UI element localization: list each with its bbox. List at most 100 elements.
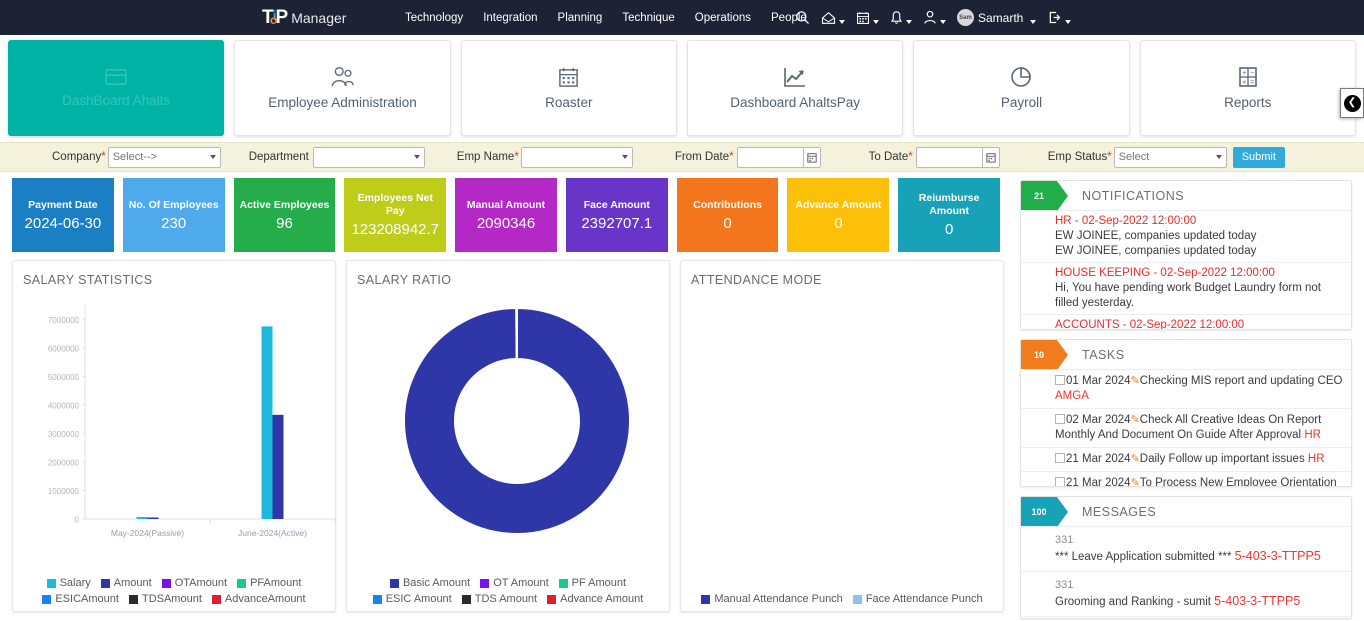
kpi-card-active-employees: Active Employees 96	[233, 178, 336, 252]
notification-header: HOUSE KEEPING - 02-Sep-2022 12:00:00	[1055, 267, 1275, 279]
edit-icon[interactable]: ✎	[1131, 414, 1140, 426]
legend-swatch	[46, 578, 56, 588]
task-checkbox[interactable]	[1055, 414, 1065, 424]
chevron-down-icon	[621, 155, 628, 159]
legend-item[interactable]: AdvanceAmount	[211, 593, 306, 605]
main-menu: Technology Integration Planning Techniqu…	[405, 12, 807, 24]
user-menu[interactable]: Sam Samarth	[957, 9, 1037, 26]
search-icon[interactable]	[795, 10, 810, 25]
task-tag: HR	[1307, 453, 1325, 465]
attendance-mode-panel: ATTENDANCE MODE Manual Attendance Punch F…	[680, 260, 1004, 612]
user-name: Samarth	[978, 10, 1024, 25]
legend-swatch	[372, 594, 382, 604]
message-item[interactable]: 331 *** Leave Application submitted *** 5…	[1021, 527, 1351, 572]
from-date-filter: From Date*	[675, 146, 821, 168]
svg-text:6000000: 6000000	[48, 344, 80, 353]
department-filter: Department	[249, 146, 425, 168]
tab-employee-administration[interactable]: Employee Administration	[234, 40, 451, 136]
chevron-down-icon	[1215, 155, 1222, 159]
tab-payroll[interactable]: Payroll	[913, 40, 1130, 136]
emp-status-select[interactable]: Select	[1113, 146, 1227, 168]
messages-list[interactable]: 331 *** Leave Application submitted *** 5…	[1021, 527, 1351, 618]
bar-chart-svg: 0 1000000 2000000 3000000 4000000 5000000 6000…	[48, 305, 335, 538]
tasks-list[interactable]: 01 Mar 2024✎Checking MIS report and upda…	[1021, 370, 1351, 486]
nav-link-operations[interactable]: Operations	[695, 12, 751, 24]
from-date-picker-button[interactable]	[802, 146, 821, 168]
legend-label: TDS Amount	[474, 593, 538, 605]
message-text: *** Leave Application submitted ***	[1055, 551, 1235, 563]
svg-text:3000000: 3000000	[48, 430, 80, 439]
filter-bar: Company* Select--> Department Emp Name* …	[0, 142, 1364, 172]
attendance-mode-chart	[691, 291, 993, 563]
notifications-widget: 21 NOTIFICATIONS HR - 02-Sep-2022 12:00:…	[1020, 180, 1352, 330]
submit-button[interactable]: Submit	[1232, 146, 1285, 168]
task-checkbox[interactable]	[1055, 477, 1065, 486]
tab-label: Employee Administration	[268, 95, 417, 110]
avatar: Sam	[957, 9, 974, 26]
notifications-list[interactable]: HR - 02-Sep-2022 12:00:00 EW JOINEE, comp…	[1021, 211, 1351, 329]
kpi-title: Face Amount	[583, 198, 650, 211]
legend-item[interactable]: Manual Attendance Punch	[701, 593, 843, 605]
task-checkbox[interactable]	[1055, 453, 1065, 463]
legend-item[interactable]: PF Amount	[558, 577, 626, 589]
legend-item[interactable]: PFAmount	[237, 577, 301, 589]
legend-swatch	[237, 578, 247, 588]
from-date-input[interactable]	[736, 146, 803, 168]
department-select[interactable]	[312, 146, 425, 168]
messages-count-badge: 100	[1021, 497, 1068, 527]
notifications-count-badge: 21	[1021, 181, 1068, 211]
tab-reports[interactable]: + − × = Reports	[1139, 40, 1356, 136]
notification-item[interactable]: HR - 02-Sep-2022 12:00:00 EW JOINEE, comp…	[1021, 211, 1351, 263]
message-item[interactable]: 331 Grooming and Ranking - sumit 5-403-3-…	[1021, 572, 1351, 617]
legend-swatch	[161, 578, 171, 588]
emp-name-select[interactable]	[520, 146, 633, 168]
svg-text:1000000: 1000000	[48, 487, 80, 496]
to-date-picker-button[interactable]	[981, 146, 1000, 168]
user-icon[interactable]	[923, 10, 946, 25]
collapse-sidebar-button[interactable]: ❮	[1340, 88, 1364, 118]
task-item[interactable]: 02 Mar 2024✎Check All Creative Ideas On …	[1021, 409, 1351, 448]
nav-link-technology[interactable]: Technology	[405, 12, 463, 24]
legend-item[interactable]: ESIC Amount	[372, 593, 452, 605]
legend-item[interactable]: ESICAmount	[42, 593, 119, 605]
nav-link-planning[interactable]: Planning	[558, 12, 603, 24]
nav-link-integration[interactable]: Integration	[483, 12, 537, 24]
app-logo[interactable]: Ti o P Manager	[262, 8, 346, 27]
company-select[interactable]: Select-->	[107, 146, 221, 168]
to-date-input[interactable]	[915, 146, 982, 168]
nav-link-technique[interactable]: Technique	[622, 12, 674, 24]
tasks-header: 10 TASKS	[1021, 340, 1351, 370]
task-item[interactable]: 21 Mar 2024✎To Process New Employee Orie…	[1021, 472, 1351, 486]
legend-item[interactable]: Advance Amount	[547, 593, 643, 605]
calendar-icon[interactable]	[856, 11, 879, 25]
task-checkbox[interactable]	[1055, 375, 1065, 385]
legend-item[interactable]: TDSAmount	[128, 593, 202, 605]
edit-icon[interactable]: ✎	[1131, 453, 1140, 465]
tab-dashboard-ahaltspay[interactable]: Dashboard AhaltsPay	[686, 40, 904, 136]
edit-icon[interactable]: ✎	[1131, 477, 1140, 486]
tab-dashboard-ahalts[interactable]: DashBoard Ahalts	[8, 40, 225, 136]
home-icon[interactable]	[821, 11, 845, 25]
tab-label: Roaster	[545, 94, 593, 110]
legend-item[interactable]: OTAmount	[161, 577, 227, 589]
legend-item[interactable]: Face Attendance Punch	[852, 593, 983, 605]
edit-icon[interactable]: ✎	[1131, 375, 1140, 387]
tab-roaster[interactable]: Roaster	[460, 40, 677, 136]
notification-item[interactable]: HOUSE KEEPING - 02-Sep-2022 12:00:00 Hi, …	[1021, 263, 1351, 315]
task-item[interactable]: 21 Mar 2024✎Daily Follow up important is…	[1021, 448, 1351, 472]
logout-icon[interactable]	[1047, 10, 1072, 25]
notification-item[interactable]: ACCOUNTS - 02-Sep-2022 12:00:00Hi, You h…	[1021, 315, 1351, 329]
task-item[interactable]: 01 Mar 2024✎Checking MIS report and upda…	[1021, 370, 1351, 409]
legend-label: Basic Amount	[402, 577, 471, 589]
bell-icon[interactable]	[890, 10, 912, 25]
kpi-title: Manual Amount	[466, 198, 546, 211]
legend-item[interactable]: Basic Amount	[389, 577, 471, 589]
task-text: Checking MIS report and updating CEO	[1139, 375, 1343, 387]
notifications-header: 21 NOTIFICATIONS	[1021, 181, 1351, 211]
legend-item[interactable]: TDS Amount	[461, 593, 538, 605]
chevron-down-icon	[1030, 19, 1037, 24]
legend-item[interactable]: OT Amount	[480, 577, 549, 589]
legend-item[interactable]: Amount	[100, 577, 152, 589]
legend-item[interactable]: Salary	[46, 577, 91, 589]
legend-swatch	[480, 578, 490, 588]
